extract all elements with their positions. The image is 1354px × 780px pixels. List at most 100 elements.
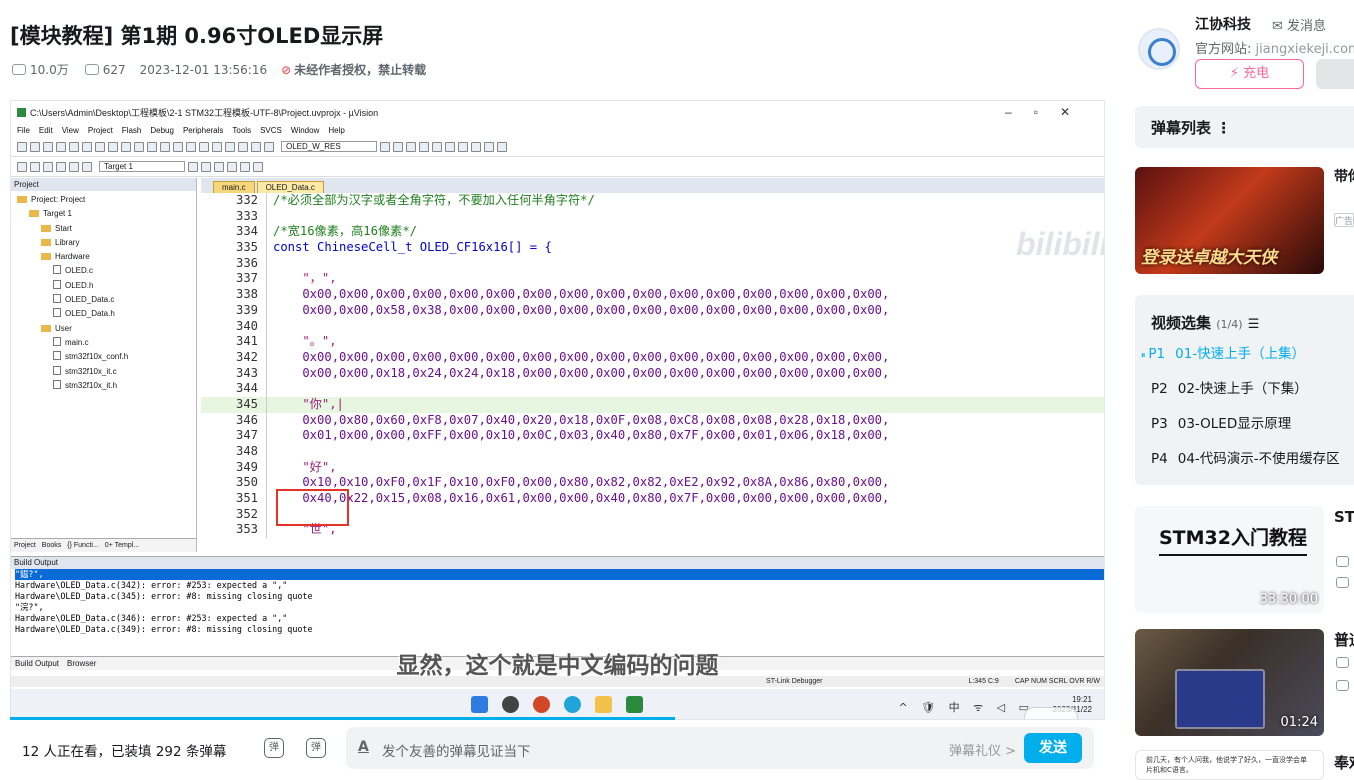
file-icon — [53, 365, 61, 375]
code-line: 333 — [201, 208, 1104, 225]
tree-item[interactable]: User — [11, 322, 196, 336]
video-progress-bar[interactable] — [10, 717, 675, 720]
tree-item[interactable]: stm32f10x_conf.h — [11, 350, 196, 364]
up-icon — [1336, 657, 1349, 668]
line-text — [267, 507, 273, 523]
menu-item-file[interactable]: File — [17, 126, 30, 135]
build-line: "鎾?", — [15, 569, 1104, 580]
tree-item-label: Library — [55, 237, 80, 247]
line-text — [267, 444, 273, 460]
danmaku-input[interactable]: A 发个友善的弹幕见证当下 弹幕礼仪 > 发送 — [346, 727, 1094, 769]
editor-tab[interactable]: OLED_Data.c — [256, 181, 324, 193]
folder-icon — [41, 224, 51, 232]
episode-item[interactable]: P4 04-代码演示-不使用缓存区 — [1151, 447, 1340, 467]
project-tab[interactable]: {} Functi... — [67, 542, 99, 549]
related-thumb-2[interactable]: 01:24 — [1135, 629, 1324, 736]
related-title-2[interactable]: 普通 — [1334, 629, 1354, 650]
window-controls: –▫✕ — [1005, 105, 1092, 119]
menu-item-help[interactable]: Help — [328, 126, 344, 135]
tree-item[interactable]: OLED_Data.c — [11, 293, 196, 307]
code-line: 338 0x00,0x00,0x00,0x00,0x00,0x00,0x00,0… — [201, 287, 1104, 303]
view-count: 10.0万 — [12, 61, 69, 78]
tree-item[interactable]: Project: Project — [11, 193, 196, 207]
ad-title[interactable]: 带你再现 — [1334, 168, 1354, 186]
video-player[interactable]: C:\Users\Admin\Desktop\工程模板\2-1 STM32工程模… — [10, 100, 1105, 720]
camera-app-icon — [502, 696, 519, 713]
line-text: 0x00,0x00,0x58,0x38,0x00,0x00,0x00,0x00,… — [273, 302, 890, 317]
danmaku-list-header[interactable]: 弹幕列表 ⋮ — [1135, 106, 1354, 148]
code-line: 336 — [201, 255, 1104, 272]
play-button-icon[interactable] — [1024, 707, 1078, 719]
message-button[interactable]: ✉ 发消息 — [1272, 15, 1326, 34]
line-text: 0x00,0x00,0x00,0x00,0x00,0x00,0x00,0x00,… — [273, 287, 890, 302]
code-line: 346 0x00,0x80,0x60,0xF8,0x07,0x40,0x20,0… — [201, 412, 1104, 429]
menu-item-svcs[interactable]: SVCS — [260, 126, 282, 135]
related-title-1[interactable]: ST讲解 — [1334, 506, 1354, 527]
menu-item-tools[interactable]: Tools — [232, 126, 251, 135]
build-line: Hardware\OLED_Data.c(349): error: #8: mi… — [15, 624, 313, 634]
related-thumb-1[interactable]: STM32入门教程 33:30:00 — [1135, 506, 1324, 613]
danmaku-settings-icon[interactable]: 弹 — [306, 738, 326, 758]
line-number: 347 — [201, 428, 267, 444]
code-line: 335 const ChineseCell_t OLED_CF16x16[] = … — [201, 240, 1104, 256]
danmaku-style-icon[interactable]: A — [358, 739, 369, 755]
line-number: 333 — [201, 208, 267, 225]
related-title-3[interactable]: 奉劝 — [1334, 752, 1354, 773]
tree-item[interactable]: OLED.c — [11, 264, 196, 278]
ad-banner[interactable]: 登录送卓越大天侠 — [1135, 167, 1324, 274]
folder-icon — [29, 210, 39, 218]
episode-item[interactable]: P3 03-OLED显示原理 — [1151, 412, 1291, 432]
line-text — [267, 381, 273, 397]
tree-item[interactable]: Target 1 — [11, 207, 196, 221]
tree-item-label: OLED_Data.h — [65, 309, 115, 319]
tree-item[interactable]: Start — [11, 222, 196, 236]
tree-item[interactable]: main.c — [11, 336, 196, 350]
send-button[interactable]: 发送 — [1024, 733, 1082, 763]
video-subtitle: 显然，这个就是中文编码的问题 — [396, 653, 719, 679]
danmaku-toggle-icon[interactable]: 弹 — [264, 738, 284, 758]
tree-item-label: OLED.c — [65, 266, 94, 276]
episode-number: P2 — [1151, 381, 1168, 397]
video-meta: 10.0万 627 2023-12-01 13:56:16 ⊘ 未经作者授权，禁止… — [12, 61, 426, 78]
tree-item[interactable]: OLED_Data.h — [11, 307, 196, 321]
tree-item[interactable]: OLED.h — [11, 279, 196, 293]
ad-tag: 广告 — [1334, 213, 1354, 227]
episode-item[interactable]: ⏸ P1 01-快速上手（上集） — [1141, 342, 1305, 362]
ide-toolbar-1: OLED_W_RES — [11, 137, 1104, 157]
system-tray-icons: ^ 🛡 中 ᯤ ◁ ▭ — [898, 701, 1034, 714]
line-number: 338 — [201, 287, 267, 303]
author-site-link[interactable]: jiangxiekeji.com — [1256, 42, 1354, 57]
menu-item-debug[interactable]: Debug — [150, 126, 174, 135]
project-tab[interactable]: 0+ Templ... — [105, 542, 139, 549]
author-name[interactable]: 江协科技 — [1195, 14, 1251, 34]
list-icon[interactable]: ☰ — [1248, 317, 1260, 332]
author-avatar[interactable] — [1138, 28, 1180, 70]
code-line: 339 0x00,0x00,0x58,0x38,0x00,0x00,0x00,0… — [201, 302, 1104, 319]
line-text: "，", — [273, 271, 337, 286]
menu-item-view[interactable]: View — [62, 126, 79, 135]
project-tab[interactable]: Project — [14, 542, 36, 549]
danmaku-bar: 12 人正在看，已装填 292 条弹幕 弹 弹 A 发个友善的弹幕见证当下 弹幕… — [10, 722, 1105, 774]
follow-button[interactable] — [1316, 59, 1354, 89]
menu-item-peripherals[interactable]: Peripherals — [183, 126, 223, 135]
line-number: 348 — [201, 444, 267, 460]
line-text: 0x01,0x00,0x00,0xFF,0x00,0x10,0x0C,0x03,… — [273, 428, 890, 443]
editor-tab[interactable]: main.c — [213, 181, 255, 193]
tree-item[interactable]: stm32f10x_it.h — [11, 379, 196, 393]
tree-item[interactable]: Library — [11, 236, 196, 250]
tree-item[interactable]: Hardware — [11, 250, 196, 264]
danmaku-etiquette-link[interactable]: 弹幕礼仪 > — [949, 740, 1016, 759]
menu-item-project[interactable]: Project — [88, 126, 113, 135]
menu-item-flash[interactable]: Flash — [122, 126, 142, 135]
play-count-icon — [1336, 680, 1349, 691]
project-tabs: Project Books {} Functi... 0+ Templ... — [11, 538, 196, 552]
related-thumb-3[interactable]: 前几天，有个人问我，他说学了好久，一直没学会单片机和C语言。 — [1135, 750, 1324, 780]
menu-item-window[interactable]: Window — [291, 126, 319, 135]
project-tab[interactable]: Books — [42, 542, 61, 549]
menu-item-edit[interactable]: Edit — [39, 126, 53, 135]
start-icon — [471, 696, 488, 713]
episode-item[interactable]: P2 02-快速上手（下集） — [1151, 377, 1308, 397]
code-area: 332 /*必须全部为汉字或者全角字符，不要加入任何半角字符*/ 333 334 /*宽… — [201, 193, 1104, 539]
tree-item[interactable]: stm32f10x_it.c — [11, 365, 196, 379]
charge-button[interactable]: ⚡ 充电 — [1195, 59, 1304, 89]
